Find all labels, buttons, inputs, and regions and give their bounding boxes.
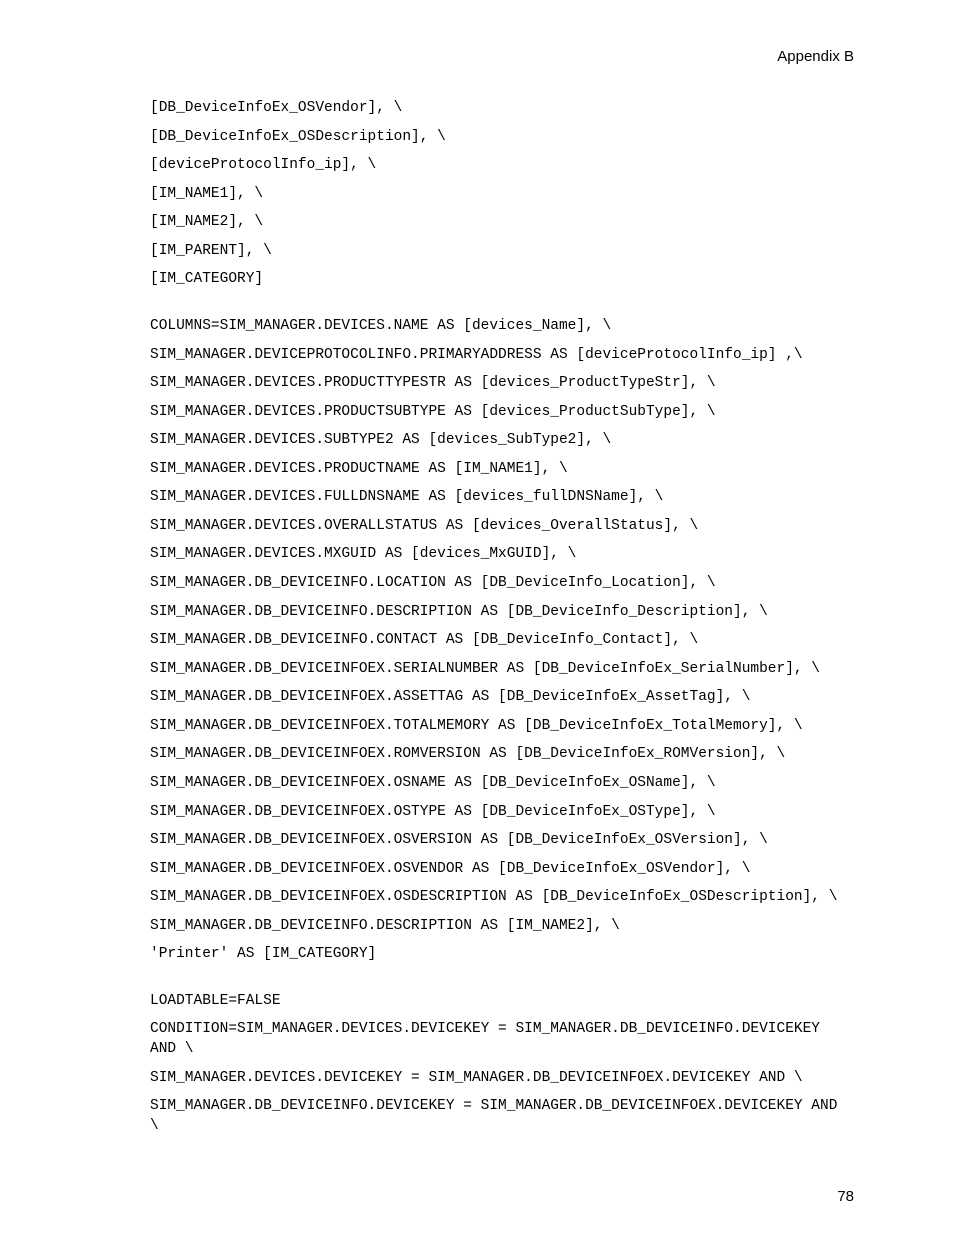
code-line: SIM_MANAGER.DB_DEVICEINFOEX.OSDESCRIPTIO… bbox=[150, 888, 854, 908]
code-line: [DB_DeviceInfoEx_OSVendor], \ bbox=[150, 99, 854, 119]
blank-line bbox=[150, 974, 854, 992]
code-line: SIM_MANAGER.DB_DEVICEINFO.DEVICEKEY = SI… bbox=[150, 1097, 854, 1136]
code-line: SIM_MANAGER.DEVICES.PRODUCTTYPESTR AS [d… bbox=[150, 374, 854, 394]
code-line: SIM_MANAGER.DB_DEVICEINFO.LOCATION AS [D… bbox=[150, 574, 854, 594]
code-line: SIM_MANAGER.DEVICES.FULLDNSNAME AS [devi… bbox=[150, 488, 854, 508]
code-line: SIM_MANAGER.DEVICES.PRODUCTNAME AS [IM_N… bbox=[150, 460, 854, 480]
document-page: Appendix B [DB_DeviceInfoEx_OSVendor], \… bbox=[0, 0, 954, 1235]
code-line: [IM_CATEGORY] bbox=[150, 270, 854, 290]
code-line: SIM_MANAGER.DEVICES.MXGUID AS [devices_M… bbox=[150, 545, 854, 565]
code-line: [deviceProtocolInfo_ip], \ bbox=[150, 156, 854, 176]
code-line: SIM_MANAGER.DEVICES.OVERALLSTATUS AS [de… bbox=[150, 517, 854, 537]
code-line: SIM_MANAGER.DB_DEVICEINFOEX.ROMVERSION A… bbox=[150, 745, 854, 765]
page-header: Appendix B bbox=[150, 48, 854, 65]
code-line: SIM_MANAGER.DB_DEVICEINFOEX.SERIALNUMBER… bbox=[150, 660, 854, 680]
code-line: CONDITION=SIM_MANAGER.DEVICES.DEVICEKEY … bbox=[150, 1020, 854, 1059]
blank-line bbox=[150, 299, 854, 317]
code-line: SIM_MANAGER.DB_DEVICEINFO.DESCRIPTION AS… bbox=[150, 603, 854, 623]
code-line: SIM_MANAGER.DEVICES.PRODUCTSUBTYPE AS [d… bbox=[150, 403, 854, 423]
code-line: [IM_NAME1], \ bbox=[150, 185, 854, 205]
code-line: SIM_MANAGER.DEVICEPROTOCOLINFO.PRIMARYAD… bbox=[150, 346, 854, 366]
code-line: SIM_MANAGER.DB_DEVICEINFOEX.TOTALMEMORY … bbox=[150, 717, 854, 737]
code-line: [IM_NAME2], \ bbox=[150, 213, 854, 233]
code-line: [IM_PARENT], \ bbox=[150, 242, 854, 262]
code-line: SIM_MANAGER.DB_DEVICEINFOEX.OSVENDOR AS … bbox=[150, 860, 854, 880]
code-line: [DB_DeviceInfoEx_OSDescription], \ bbox=[150, 128, 854, 148]
code-block: [DB_DeviceInfoEx_OSVendor], \ [DB_DeviceI… bbox=[150, 99, 854, 1136]
code-line: SIM_MANAGER.DB_DEVICEINFOEX.OSNAME AS [D… bbox=[150, 774, 854, 794]
code-line: SIM_MANAGER.DB_DEVICEINFOEX.OSVERSION AS… bbox=[150, 831, 854, 851]
code-line: SIM_MANAGER.DEVICES.DEVICEKEY = SIM_MANA… bbox=[150, 1069, 854, 1089]
code-line: SIM_MANAGER.DB_DEVICEINFO.DESCRIPTION AS… bbox=[150, 917, 854, 937]
page-number: 78 bbox=[837, 1188, 854, 1205]
code-line: SIM_MANAGER.DEVICES.SUBTYPE2 AS [devices… bbox=[150, 431, 854, 451]
code-line: SIM_MANAGER.DB_DEVICEINFOEX.ASSETTAG AS … bbox=[150, 688, 854, 708]
code-line: COLUMNS=SIM_MANAGER.DEVICES.NAME AS [dev… bbox=[150, 317, 854, 337]
code-line: SIM_MANAGER.DB_DEVICEINFO.CONTACT AS [DB… bbox=[150, 631, 854, 651]
code-line: LOADTABLE=FALSE bbox=[150, 992, 854, 1012]
code-line: 'Printer' AS [IM_CATEGORY] bbox=[150, 945, 854, 965]
code-line: SIM_MANAGER.DB_DEVICEINFOEX.OSTYPE AS [D… bbox=[150, 803, 854, 823]
